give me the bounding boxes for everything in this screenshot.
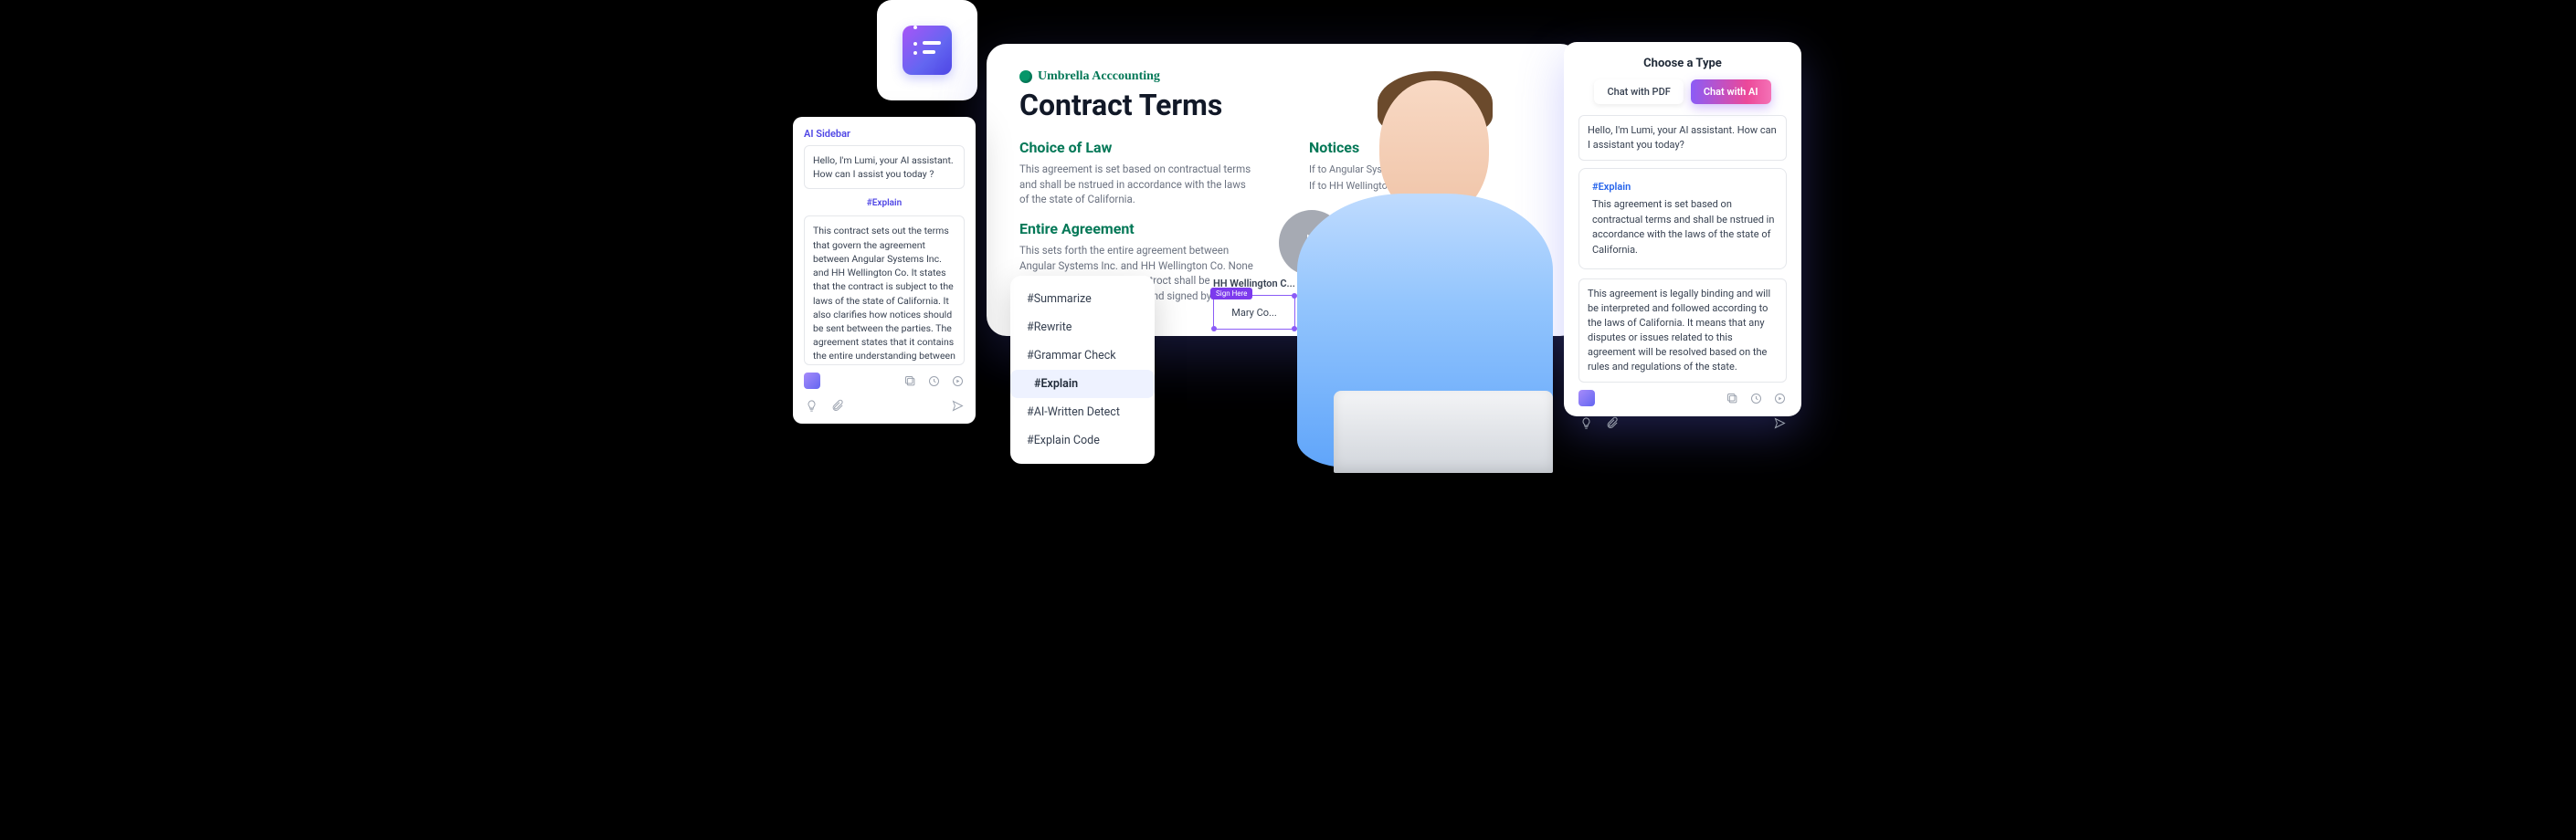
pdf-badge-icon xyxy=(1578,390,1595,406)
assistant-response: This contract sets out the terms that go… xyxy=(804,215,965,365)
hash-menu-item[interactable]: #Grammar Check xyxy=(1010,341,1155,370)
play-circle-icon[interactable] xyxy=(1772,391,1787,405)
chat-input-row[interactable] xyxy=(804,398,965,413)
history-icon[interactable] xyxy=(926,373,941,388)
section-heading: Notices xyxy=(1309,139,1547,156)
hash-menu-item[interactable]: #Explain Code xyxy=(1010,426,1155,455)
chat-input-row[interactable] xyxy=(1578,415,1787,430)
assistant-greeting: Hello, I'm Lumi, your AI assistant. How … xyxy=(1578,115,1787,161)
ai-doc-app-icon xyxy=(903,26,952,75)
play-button[interactable] xyxy=(1279,210,1345,276)
section-body: If to Angular Systems Inc. xyxy=(1309,162,1547,178)
hash-menu-item[interactable]: #Rewrite xyxy=(1010,313,1155,341)
sign-here-tag: Sign Here xyxy=(1210,288,1252,299)
copy-icon[interactable] xyxy=(903,373,917,388)
signature-block: HH Wellington C... Sign Here Mary Co... xyxy=(1213,278,1295,330)
tab-chat-with-pdf[interactable]: Chat with PDF xyxy=(1594,79,1683,104)
assistant-response-text: This contract sets out the terms that go… xyxy=(813,224,955,365)
hash-menu-item[interactable]: #Summarize xyxy=(1010,285,1155,313)
brand-name: Umbrella Acccounting xyxy=(1038,69,1160,84)
lightbulb-icon[interactable] xyxy=(1578,415,1593,430)
document-title: Contract Terms xyxy=(1019,88,1547,122)
choose-type-panel: Choose a Type Chat with PDF Chat with AI… xyxy=(1564,42,1801,416)
section-body: This agreement is set based on contractu… xyxy=(1019,162,1258,207)
section-body: If to HH Wellington Co. xyxy=(1309,178,1547,194)
assistant-greeting: Hello, I'm Lumi, your AI assistant. How … xyxy=(804,145,965,189)
play-icon xyxy=(1301,230,1326,256)
app-icon-card xyxy=(877,0,977,100)
panel-title: Choose a Type xyxy=(1578,57,1787,70)
laptop-icon xyxy=(1334,391,1553,473)
ai-sidebar-title: AI Sidebar xyxy=(804,128,965,140)
hash-tag: #Explain xyxy=(1592,180,1775,195)
attachment-icon[interactable] xyxy=(1604,415,1619,430)
signature-field[interactable]: Sign Here Mary Co... xyxy=(1213,295,1295,330)
send-icon[interactable] xyxy=(950,398,965,413)
umbrella-logo-icon xyxy=(1019,70,1032,83)
hash-tag: #Explain xyxy=(804,198,965,208)
history-icon[interactable] xyxy=(1748,391,1763,405)
signature-name: Mary Co... xyxy=(1231,307,1276,319)
brand-row: Umbrella Acccounting xyxy=(1019,69,1547,84)
hash-menu-item[interactable]: #Explain xyxy=(1010,370,1155,398)
assistant-response: This agreement is legally binding and wi… xyxy=(1578,278,1787,383)
hash-menu-item[interactable]: #AI-Written Detect xyxy=(1010,398,1155,426)
tab-chat-with-ai[interactable]: Chat with AI xyxy=(1691,79,1771,104)
quoted-text: This agreement is set based on contractu… xyxy=(1592,198,1774,256)
play-circle-icon[interactable] xyxy=(950,373,965,388)
hash-command-menu: #Summarize#Rewrite#Grammar Check#Explain… xyxy=(1010,276,1155,464)
section-heading: Entire Agreement xyxy=(1019,220,1258,237)
copy-icon[interactable] xyxy=(1725,391,1739,405)
attachment-icon[interactable] xyxy=(829,398,844,413)
ai-sidebar-panel: AI Sidebar Hello, I'm Lumi, your AI assi… xyxy=(793,117,976,424)
pdf-badge-icon xyxy=(804,373,820,389)
send-icon[interactable] xyxy=(1772,415,1787,430)
lightbulb-icon[interactable] xyxy=(804,398,818,413)
section-heading: Choice of Law xyxy=(1019,139,1258,156)
quoted-selection: #Explain This agreement is set based on … xyxy=(1578,168,1787,270)
